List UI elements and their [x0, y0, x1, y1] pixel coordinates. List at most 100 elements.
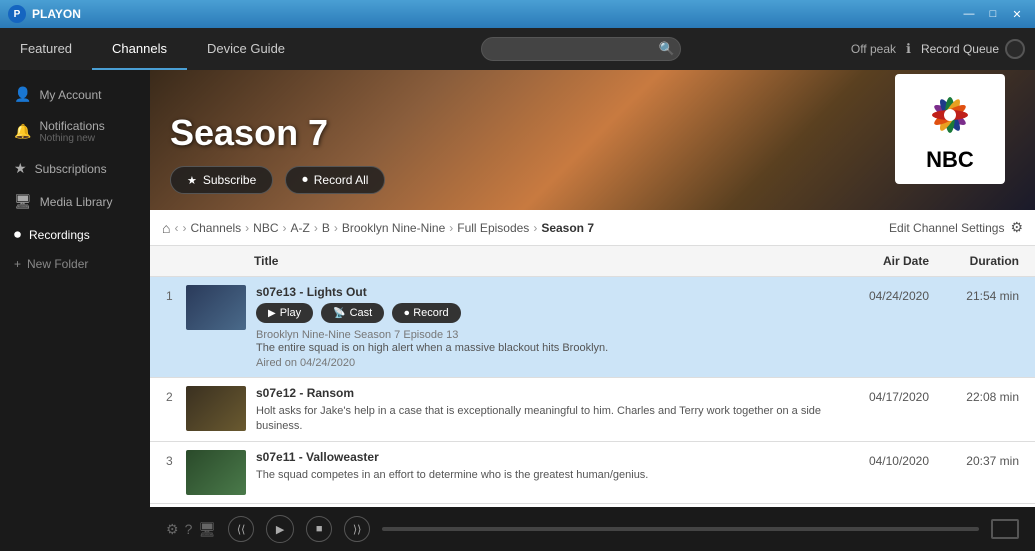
play-button[interactable]: ▶ Play — [256, 303, 313, 323]
tab-featured[interactable]: Featured — [0, 28, 92, 70]
col-title-header: Title — [246, 254, 829, 268]
sidebar-label-subscriptions: Subscriptions — [35, 162, 107, 176]
settings-label: Edit Channel Settings — [889, 221, 1004, 235]
cast-button[interactable]: 📡 Cast — [321, 303, 384, 323]
title-bar: P PLAYON — □ ✕ — [0, 0, 1035, 28]
rewind-button[interactable]: ⟨⟨ — [228, 516, 254, 542]
subscribe-label: Subscribe — [203, 173, 256, 187]
sidebar-label-notifications: Notifications — [39, 119, 104, 133]
record-queue-button[interactable]: Record Queue — [921, 39, 1025, 59]
cast-screen-icon[interactable]: 🖥 — [198, 521, 216, 538]
close-button[interactable]: ✕ — [1007, 7, 1027, 21]
forward-icon: ⟩⟩ — [353, 523, 362, 536]
record-button[interactable]: ⏺ Record — [392, 303, 460, 323]
settings-icon[interactable]: ⚙ — [166, 521, 179, 538]
player-bar: ⚙ ? 🖥 ⟨⟨ ▶ ■ ⟩⟩ — [150, 507, 1035, 551]
breadcrumb-b[interactable]: B — [322, 221, 330, 235]
tab-device-guide[interactable]: Device Guide — [187, 28, 305, 70]
episode-list: Title Air Date Duration 1 s07e13 - Light… — [150, 246, 1035, 507]
sidebar-item-notifications[interactable]: 🔔 Notifications Nothing new — [0, 111, 150, 152]
nav-bar: Featured Channels Device Guide 🔍 Off pea… — [0, 28, 1035, 70]
ep-thumbnail — [186, 386, 246, 431]
sidebar-label-media-library: Media Library — [40, 195, 113, 209]
ep-aired: Aired on 04/24/2020 — [256, 357, 829, 369]
media-library-icon: 🖥 — [14, 193, 32, 210]
notifications-sub: Nothing new — [39, 133, 104, 144]
subscriptions-icon: ★ — [14, 160, 27, 177]
ep-subtext: Brooklyn Nine-Nine Season 7 Episode 13 — [256, 329, 829, 341]
recordings-icon: ⏺ — [14, 226, 21, 243]
play-pause-button[interactable]: ▶ — [266, 515, 294, 543]
ep-description: Holt asks for Jake's help in a case that… — [256, 404, 829, 433]
nav-tabs: Featured Channels Device Guide — [0, 28, 305, 70]
app-title: PLAYON — [32, 7, 81, 21]
nbc-peacock-icon — [915, 85, 985, 145]
progress-bar[interactable] — [382, 527, 979, 531]
help-icon[interactable]: ? — [185, 521, 193, 537]
breadcrumb-current: Season 7 — [541, 221, 594, 235]
edit-channel-settings-button[interactable]: Edit Channel Settings ⚙ — [889, 219, 1023, 236]
breadcrumb-nbc[interactable]: NBC — [253, 221, 278, 235]
new-folder-button[interactable]: + New Folder — [0, 251, 150, 277]
hero-buttons: ★ Subscribe ⏺ Record All — [170, 166, 895, 194]
breadcrumb-channels[interactable]: Channels — [190, 221, 241, 235]
gear-icon: ⚙ — [1010, 219, 1023, 236]
nav-search-area: 🔍 — [305, 37, 851, 61]
search-input[interactable] — [481, 37, 681, 61]
hero-title: Season 7 — [170, 112, 895, 154]
ep-number: 2 — [166, 386, 186, 404]
title-bar-left: P PLAYON — [8, 5, 81, 23]
col-airdate-header: Air Date — [829, 254, 929, 268]
new-folder-label: New Folder — [27, 257, 88, 271]
breadcrumb-nav: ⌂ ‹ › Channels › NBC › A-Z › B › Brookly… — [162, 220, 889, 236]
forward-button[interactable]: ⟩⟩ — [344, 516, 370, 542]
breadcrumb-show[interactable]: Brooklyn Nine-Nine — [342, 221, 445, 235]
cast-icon: 📡 — [333, 308, 345, 319]
content-area: Season 7 ★ Subscribe ⏺ Record All — [150, 70, 1035, 551]
sidebar: 👤 My Account 🔔 Notifications Nothing new… — [0, 70, 150, 551]
record-label: Record — [413, 307, 448, 319]
ep-actions: ▶ Play 📡 Cast ⏺ Record — [256, 303, 829, 323]
breadcrumb-bar: ⌂ ‹ › Channels › NBC › A-Z › B › Brookly… — [150, 210, 1035, 246]
record-icon: ⏺ — [302, 174, 308, 187]
nbc-text: NBC — [926, 147, 974, 173]
nav-right: Off peak ℹ Record Queue — [851, 39, 1035, 59]
hero-section: Season 7 ★ Subscribe ⏺ Record All — [150, 70, 1035, 210]
ep-thumbnail — [186, 285, 246, 330]
tab-channels[interactable]: Channels — [92, 28, 187, 70]
ep-title: s07e11 - Valloweaster — [256, 450, 829, 464]
ep-airdate: 04/24/2020 — [829, 285, 929, 303]
table-row[interactable]: 3 s07e11 - Valloweaster The squad compet… — [150, 442, 1035, 504]
stop-icon: ■ — [316, 523, 323, 535]
subscribe-button[interactable]: ★ Subscribe — [170, 166, 273, 194]
record-queue-label: Record Queue — [921, 42, 999, 56]
record-all-label: Record All — [314, 173, 369, 187]
minimize-button[interactable]: — — [959, 7, 979, 21]
record-all-button[interactable]: ⏺ Record All — [285, 166, 385, 194]
sidebar-item-my-account[interactable]: 👤 My Account — [0, 78, 150, 111]
sidebar-item-recordings[interactable]: ⏺ Recordings — [0, 218, 150, 251]
off-peak-label: Off peak — [851, 42, 896, 56]
ep-description: The entire squad is on high alert when a… — [256, 341, 829, 355]
breadcrumb-full-episodes[interactable]: Full Episodes — [457, 221, 529, 235]
table-row[interactable]: 1 s07e13 - Lights Out ▶ Play 📡 Cast — [150, 277, 1035, 378]
ep-number: 1 — [166, 285, 186, 303]
breadcrumb-az[interactable]: A-Z — [291, 221, 310, 235]
play-pause-icon: ▶ — [276, 523, 284, 536]
breadcrumb-home-icon[interactable]: ⌂ — [162, 220, 170, 236]
ep-airdate: 04/10/2020 — [829, 450, 929, 468]
ep-duration: 22:08 min — [929, 386, 1019, 404]
play-icon: ▶ — [268, 308, 276, 319]
notifications-icon: 🔔 — [14, 123, 31, 140]
maximize-button[interactable]: □ — [983, 7, 1003, 21]
ep-airdate: 04/17/2020 — [829, 386, 929, 404]
table-row[interactable]: 2 s07e12 - Ransom Holt asks for Jake's h… — [150, 378, 1035, 442]
breadcrumb-forward-arrow[interactable]: › — [182, 221, 186, 235]
sidebar-item-subscriptions[interactable]: ★ Subscriptions — [0, 152, 150, 185]
sidebar-item-media-library[interactable]: 🖥 Media Library — [0, 185, 150, 218]
stop-button[interactable]: ■ — [306, 516, 332, 542]
episode-list-header: Title Air Date Duration — [150, 246, 1035, 277]
ep-duration: 21:54 min — [929, 285, 1019, 303]
hero-content: Season 7 ★ Subscribe ⏺ Record All — [170, 112, 895, 194]
breadcrumb-back-arrow[interactable]: ‹ — [174, 221, 178, 235]
